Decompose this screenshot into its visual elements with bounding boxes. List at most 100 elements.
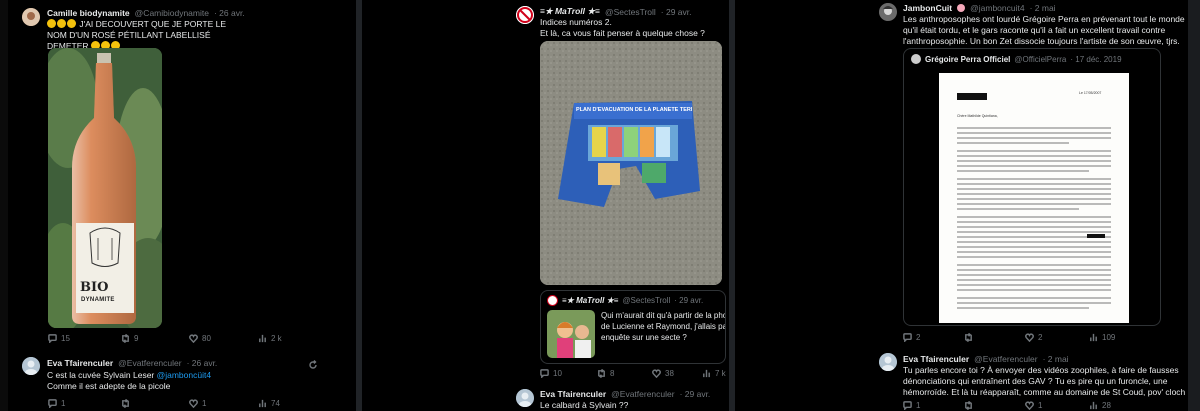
retweet-icon: [965, 401, 972, 410]
quote-author-handle[interactable]: @SectesTroll: [622, 296, 670, 305]
views-button[interactable]: 74: [258, 399, 318, 408]
quote-avatar[interactable]: [547, 295, 558, 306]
tweet-text: Indices numéros 2. Et là, ca vous fait p…: [540, 17, 705, 38]
tweet-actions: 15 9 80 2 k: [48, 334, 333, 343]
retweet-icon: [122, 334, 129, 343]
thread-refresh-icon[interactable]: [308, 357, 318, 369]
views-count: 109: [1102, 333, 1116, 342]
like-count: 1: [1038, 401, 1043, 410]
reply-button[interactable]: 15: [48, 334, 121, 343]
author-handle[interactable]: @jamboncuit4: [970, 3, 1024, 13]
tweet-time[interactable]: · 26 avr.: [187, 358, 218, 368]
like-button[interactable]: 2: [1025, 333, 1089, 342]
retweet-button[interactable]: 8: [597, 369, 652, 378]
tweet-time[interactable]: · 29 avr.: [661, 7, 692, 17]
bottle-label-bio: BIO: [80, 280, 109, 295]
boxer-shorts-photo[interactable]: PLAN D'EVACUATION DE LA PLANETE TERRE: [540, 41, 722, 285]
scream-emoji-icon: [47, 19, 77, 29]
column-separator: [1188, 0, 1200, 411]
retweet-button[interactable]: [121, 399, 189, 408]
author-name[interactable]: Eva Tfairenculer: [47, 358, 113, 368]
avatar[interactable]: [879, 3, 897, 21]
like-button[interactable]: 38: [652, 369, 702, 378]
heart-icon: [189, 334, 198, 343]
author-handle[interactable]: @Evatferenculer: [611, 389, 674, 399]
reply-count: 15: [61, 334, 70, 343]
quote-time[interactable]: · 29 avr.: [674, 296, 703, 305]
views-button[interactable]: 7 k: [702, 369, 726, 378]
author-name[interactable]: Eva Tfairenculer: [903, 354, 969, 364]
tweet-jamboncuit[interactable]: JambonCuit @jamboncuit4 · 2 mai Les anth…: [737, 0, 1185, 348]
reply-button[interactable]: 1: [903, 401, 964, 410]
like-button[interactable]: 1: [189, 399, 258, 408]
mention-link[interactable]: @jamboncüit4: [157, 370, 211, 380]
retweet-button[interactable]: 9: [121, 334, 189, 343]
quote-author-name[interactable]: Grégoire Perra Officiel: [925, 55, 1010, 64]
tweet-column-1: Camille biodynamite @Camibiodynamite · 2…: [12, 0, 352, 411]
pig-emoji-icon: [957, 4, 966, 12]
retweet-icon: [965, 333, 972, 342]
author-handle[interactable]: @Evatferenculer: [118, 358, 181, 368]
avatar[interactable]: [516, 389, 534, 407]
author-handle[interactable]: @Camibiodynamite: [135, 8, 209, 18]
quote-time[interactable]: · 17 déc. 2019: [1070, 55, 1121, 64]
tweet-time[interactable]: · 2 mai: [1030, 3, 1056, 13]
heart-icon: [189, 399, 198, 408]
quote-avatar[interactable]: [911, 54, 921, 64]
tweet-time[interactable]: · 29 avr.: [680, 389, 711, 399]
bottle-label-dynamite: DYNAMITE: [81, 297, 115, 303]
author-name[interactable]: Eva Tfairenculer: [540, 389, 606, 399]
retweet-count: 9: [134, 334, 139, 343]
author-name[interactable]: JambonCuit: [903, 3, 952, 13]
tweet-time[interactable]: · 2 mai: [1043, 354, 1069, 364]
reply-icon: [903, 401, 912, 410]
tweet-eva-reply-3[interactable]: Eva Tfairenculer @Evatferenculer · 2 mai…: [737, 350, 1185, 411]
views-button[interactable]: 28: [1089, 401, 1149, 410]
quoted-tweet[interactable]: ≡★ MaTroll ★≡ @SectesTroll · 29 avr. Qui…: [540, 290, 726, 364]
tweet-matroll[interactable]: ≡★ MaTroll ★≡ @SectesTroll · 29 avr. Ind…: [364, 0, 726, 382]
reply-count: 1: [61, 399, 66, 408]
left-edge-strip: [0, 0, 8, 411]
quote-author-name[interactable]: ≡★ MaTroll ★≡: [562, 296, 618, 305]
reply-icon: [48, 399, 57, 408]
reply-button[interactable]: 1: [48, 399, 121, 408]
heart-icon: [652, 369, 661, 378]
author-handle[interactable]: @Evatferenculer: [974, 354, 1037, 364]
letter-document-image[interactable]: Le 17/05/2007 Chère Mathilde Quintiana,: [939, 73, 1129, 323]
avatar[interactable]: [22, 8, 40, 26]
views-icon: [1090, 401, 1097, 410]
tweet-eva-reply-2[interactable]: Eva Tfairenculer @Evatferenculer · 29 av…: [364, 384, 726, 411]
views-count: 2 k: [271, 334, 282, 343]
column-separator: [729, 0, 735, 411]
author-name[interactable]: ≡★ MaTroll ★≡: [540, 6, 600, 17]
like-button[interactable]: 80: [189, 334, 258, 343]
like-button[interactable]: 1: [1025, 401, 1089, 410]
wine-bottle-photo[interactable]: BIO DYNAMITE: [48, 48, 162, 328]
quoted-tweet[interactable]: Grégoire Perra Officiel @OfficielPerra ·…: [903, 48, 1161, 326]
tweet-actions: 1 1 28: [903, 401, 1185, 410]
reply-button[interactable]: 10: [540, 369, 597, 378]
views-button[interactable]: 2 k: [258, 334, 318, 343]
reply-icon: [540, 369, 549, 378]
tweet-text: Le calbard à Sylvain ??: [540, 400, 629, 410]
reply-count: 10: [553, 369, 562, 378]
tweet-eva-reply-1[interactable]: Eva Tfairenculer @Evatferenculer · 26 av…: [12, 350, 352, 411]
reply-icon: [48, 334, 57, 343]
avatar[interactable]: [516, 6, 534, 24]
retweet-button[interactable]: [964, 401, 1025, 410]
views-button[interactable]: 109: [1089, 333, 1149, 342]
author-handle[interactable]: @SectesTroll: [605, 7, 656, 17]
retweet-icon: [122, 399, 129, 408]
quote-author-handle[interactable]: @OfficielPerra: [1014, 55, 1066, 64]
views-count: 74: [271, 399, 280, 408]
reply-button[interactable]: 2: [903, 333, 964, 342]
quote-thumbnail[interactable]: [547, 310, 595, 358]
avatar[interactable]: [879, 353, 897, 371]
tweet-time[interactable]: · 26 avr.: [214, 8, 245, 18]
retweet-button[interactable]: [964, 333, 1025, 342]
tweet-text: C est la cuvée Sylvain Leser @jamboncüit…: [47, 370, 212, 391]
tweet-camille[interactable]: Camille biodynamite @Camibiodynamite · 2…: [12, 0, 352, 347]
avatar[interactable]: [22, 357, 40, 375]
tweet-column-2: ≡★ MaTroll ★≡ @SectesTroll · 29 avr. Ind…: [364, 0, 726, 411]
author-name[interactable]: Camille biodynamite: [47, 8, 130, 18]
